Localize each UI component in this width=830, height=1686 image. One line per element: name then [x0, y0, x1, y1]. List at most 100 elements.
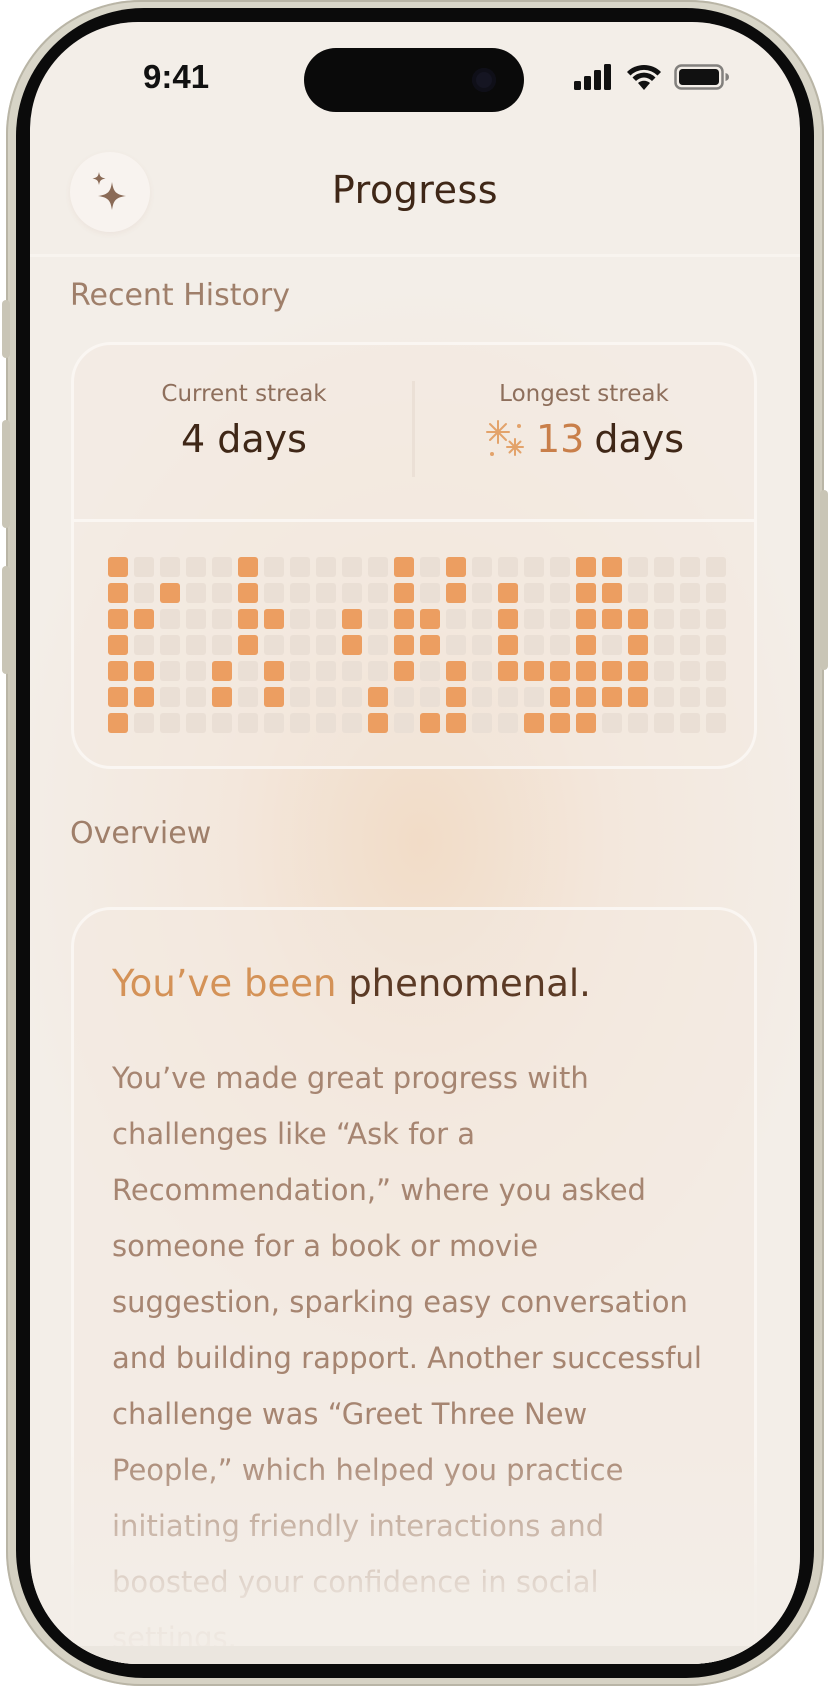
- longest-streak-unit: days: [594, 417, 685, 461]
- calendar-day-active: [394, 583, 414, 603]
- calendar-day: [394, 713, 414, 733]
- calendar-day-active: [368, 713, 388, 733]
- calendar-day-active: [550, 713, 570, 733]
- calendar-day: [368, 557, 388, 577]
- calendar-day: [212, 713, 232, 733]
- calendar-day: [680, 687, 700, 707]
- calendar-day-active: [108, 583, 128, 603]
- calendar-day: [524, 583, 544, 603]
- overview-card: You’ve been phenomenal. You’ve made grea…: [71, 907, 757, 1664]
- current-streak-value: 4 days: [181, 417, 307, 461]
- calendar-day: [290, 609, 310, 629]
- calendar-day: [498, 713, 518, 733]
- calendar-day: [316, 557, 336, 577]
- page-title: Progress: [331, 168, 499, 212]
- calendar-day-active: [342, 635, 362, 655]
- calendar-day: [134, 557, 154, 577]
- calendar-day: [654, 635, 674, 655]
- calendar-day-active: [108, 687, 128, 707]
- longest-streak-label: Longest streak: [499, 381, 669, 407]
- calendar-day: [680, 583, 700, 603]
- calendar-day: [550, 583, 570, 603]
- calendar-day: [628, 583, 648, 603]
- calendar-day: [316, 713, 336, 733]
- calendar-day: [706, 557, 726, 577]
- calendar-day: [680, 557, 700, 577]
- calendar-day: [290, 557, 310, 577]
- calendar-day: [602, 635, 622, 655]
- calendar-day: [550, 557, 570, 577]
- calendar-day: [654, 687, 674, 707]
- wifi-icon: [627, 64, 661, 90]
- calendar-day: [186, 609, 206, 629]
- calendar-day-active: [628, 635, 648, 655]
- calendar-day-active: [134, 687, 154, 707]
- calendar-day: [472, 557, 492, 577]
- calendar-day: [602, 713, 622, 733]
- calendar-day-active: [134, 609, 154, 629]
- activity-calendar: [108, 557, 726, 733]
- calendar-day: [420, 687, 440, 707]
- calendar-day: [212, 557, 232, 577]
- current-streak-label: Current streak: [161, 381, 327, 407]
- calendar-day-active: [576, 557, 596, 577]
- calendar-day: [316, 635, 336, 655]
- calendar-day-active: [264, 609, 284, 629]
- calendar-day: [628, 713, 648, 733]
- calendar-day: [238, 687, 258, 707]
- calendar-day: [394, 687, 414, 707]
- calendar-day: [706, 687, 726, 707]
- calendar-day: [342, 713, 362, 733]
- calendar-day-active: [498, 609, 518, 629]
- calendar-day: [238, 661, 258, 681]
- calendar-day-active: [446, 713, 466, 733]
- calendar-day-active: [576, 609, 596, 629]
- current-streak: Current streak 4 days: [74, 345, 414, 519]
- calendar-day: [290, 713, 310, 733]
- calendar-day: [290, 635, 310, 655]
- calendar-day-active: [368, 687, 388, 707]
- fireworks-icon: [485, 420, 524, 456]
- calendar-day: [706, 583, 726, 603]
- calendar-day-active: [602, 557, 622, 577]
- calendar-day: [342, 687, 362, 707]
- calendar-day-active: [264, 661, 284, 681]
- calendar-day: [446, 635, 466, 655]
- calendar-day: [160, 713, 180, 733]
- calendar-day: [472, 583, 492, 603]
- calendar-day: [160, 661, 180, 681]
- power-button: [820, 490, 828, 670]
- calendar-day-active: [524, 661, 544, 681]
- calendar-day: [550, 609, 570, 629]
- calendar-day: [680, 661, 700, 681]
- calendar-day: [498, 687, 518, 707]
- calendar-day: [368, 583, 388, 603]
- calendar-day: [212, 635, 232, 655]
- calendar-day: [160, 687, 180, 707]
- calendar-day: [160, 557, 180, 577]
- calendar-day: [472, 635, 492, 655]
- calendar-day: [160, 609, 180, 629]
- calendar-day: [498, 557, 518, 577]
- calendar-day: [524, 687, 544, 707]
- calendar-day-active: [602, 687, 622, 707]
- action-button: [2, 300, 10, 358]
- calendar-day: [134, 583, 154, 603]
- calendar-day: [472, 661, 492, 681]
- header: Progress: [30, 132, 800, 257]
- calendar-day: [680, 713, 700, 733]
- calendar-day-active: [264, 687, 284, 707]
- calendar-day-active: [446, 661, 466, 681]
- status-bar: 9:41: [30, 22, 800, 132]
- calendar-day: [472, 687, 492, 707]
- calendar-day-active: [238, 583, 258, 603]
- calendar-day: [290, 687, 310, 707]
- overview-headline: You’ve been phenomenal.: [112, 962, 591, 1005]
- dynamic-island: [304, 48, 524, 112]
- calendar-day-active: [394, 609, 414, 629]
- calendar-day-active: [602, 609, 622, 629]
- calendar-day-active: [498, 661, 518, 681]
- calendar-day: [342, 583, 362, 603]
- calendar-day: [264, 713, 284, 733]
- calendar-day-active: [524, 713, 544, 733]
